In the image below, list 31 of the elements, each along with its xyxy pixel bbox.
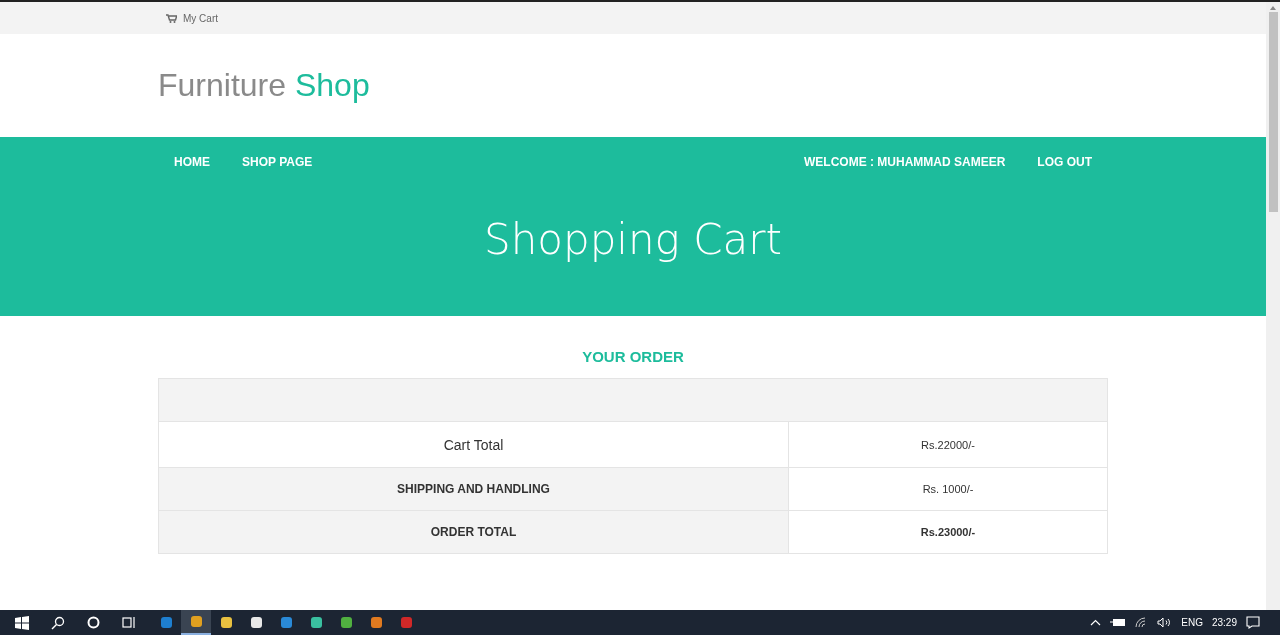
app-icon: [220, 617, 232, 628]
app-icon: [400, 617, 412, 628]
app-icon: [160, 617, 172, 628]
table-cell-text: Rs.22000/-: [920, 437, 976, 453]
page-title: Shopping Cart: [483, 215, 783, 264]
notification-icon[interactable]: [1246, 616, 1260, 629]
table-cell-text: Rs.23000/-: [919, 525, 977, 540]
scrollbar[interactable]: [1266, 2, 1280, 610]
app-icon: [280, 617, 292, 628]
table-cell: ORDER TOTAL: [159, 511, 789, 553]
order-heading: YOUR ORDER: [581, 348, 685, 365]
battery-icon[interactable]: [1110, 618, 1127, 627]
nav-link[interactable]: SHOP PAGE: [226, 155, 329, 169]
cart-icon: [166, 14, 177, 23]
table-cell-text: Rs. 1000/-: [921, 482, 975, 497]
cart-link[interactable]: My Cart: [166, 13, 218, 24]
language-indicator[interactable]: ENG: [1181, 617, 1203, 628]
app-icon: [190, 616, 202, 627]
shop-logo[interactable]: Furniture Shop: [158, 67, 370, 104]
app-icon: [310, 617, 322, 628]
nav-link[interactable]: HOME: [158, 155, 226, 169]
table-cell: SHIPPING AND HANDLING: [159, 468, 789, 510]
welcome-text: WELCOME : MUHAMMAD SAMEER: [803, 155, 1007, 169]
volume-icon[interactable]: [1157, 617, 1173, 628]
scrollbar-thumb[interactable]: [1268, 12, 1278, 212]
app-icon: [250, 617, 262, 628]
clock[interactable]: 23:29: [1211, 617, 1237, 628]
app-icon: [370, 617, 382, 628]
logout-link[interactable]: LOG OUT: [1021, 155, 1108, 169]
app-icon: [340, 617, 352, 628]
chevron-up-icon[interactable]: [1090, 619, 1102, 626]
